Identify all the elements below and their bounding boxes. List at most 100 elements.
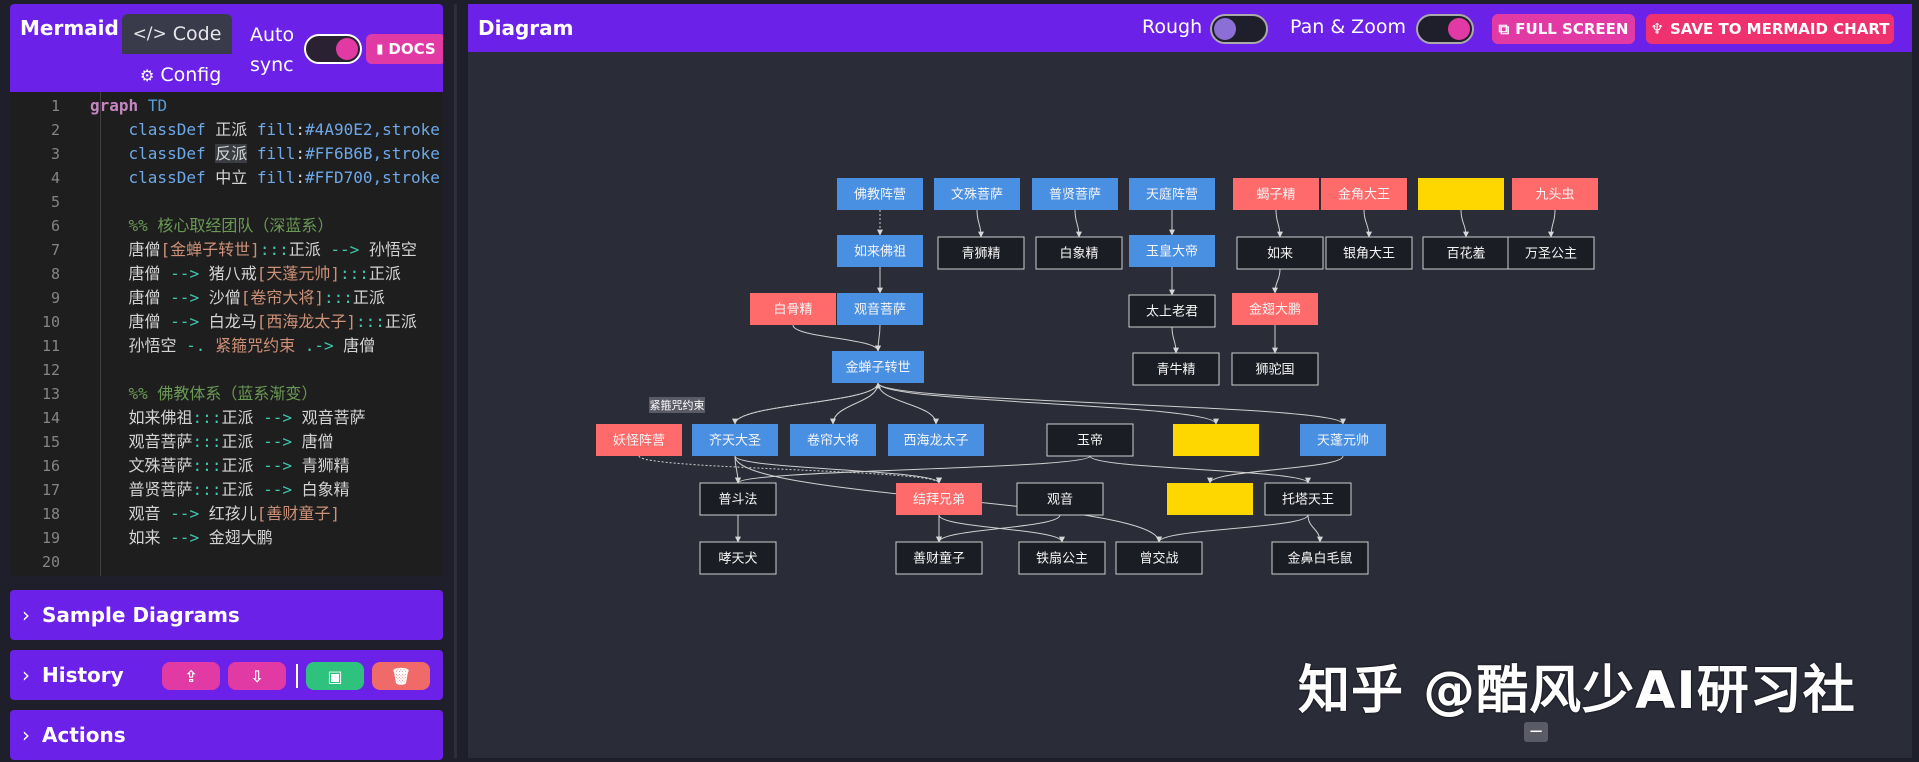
diagram-edge — [1272, 268, 1281, 294]
diagram-node[interactable]: 观音菩萨 — [837, 293, 923, 325]
docs-button[interactable]: ▮ DOCS — [366, 34, 443, 64]
diagram-edge — [936, 514, 1061, 543]
diagram-node[interactable]: 青牛精 — [1132, 352, 1220, 386]
diagram-node[interactable] — [1173, 424, 1259, 456]
diagram-node[interactable]: 天庭阵营 — [1129, 178, 1215, 210]
diagram-node[interactable]: 普斗法 — [699, 482, 777, 516]
diagram-node[interactable]: 太上老君 — [1128, 294, 1216, 328]
fullscreen-button[interactable]: ⧉ FULL SCREEN — [1492, 14, 1635, 44]
code-text: 如来佛祖:::正派 --> 观音菩萨 — [90, 408, 366, 427]
diagram-node-label: 妖怪阵营 — [613, 434, 665, 449]
diagram-edge — [1171, 326, 1179, 354]
line-number: 14 — [41, 409, 60, 427]
diagram-node[interactable]: 金翅大鹏 — [1232, 293, 1318, 325]
code-line: 5 — [10, 190, 443, 214]
diagram-node[interactable]: 佛教阵营 — [837, 178, 923, 210]
diagram-node[interactable]: 铁扇公主 — [1018, 541, 1106, 575]
diagram-node[interactable]: 蝎子精 — [1233, 178, 1319, 210]
diagram-node-label: 万圣公主 — [1525, 247, 1577, 262]
sample-diagrams-label: Sample Diagrams — [42, 603, 240, 627]
line-number: 10 — [41, 313, 60, 331]
diagram-node[interactable]: 天蓬元帅 — [1300, 424, 1386, 456]
code-line: 17 普贤菩萨:::正派 --> 白象精 — [10, 478, 443, 502]
diagram-node-label: 青牛精 — [1156, 363, 1195, 378]
panzoom-toggle[interactable] — [1416, 14, 1474, 44]
chevron-right-icon: › — [22, 663, 30, 687]
diagram-node[interactable]: 百花羞 — [1422, 236, 1510, 270]
zoom-out-button[interactable]: − — [1524, 722, 1548, 742]
diagram-node[interactable]: 卷帘大将 — [790, 424, 876, 456]
diagram-node[interactable]: 玉帝 — [1046, 423, 1134, 457]
diagram-node[interactable]: 白骨精 — [750, 293, 836, 325]
download-button[interactable]: ⇩ — [228, 662, 286, 690]
diagram-node[interactable]: 观音 — [1016, 482, 1104, 516]
diagram-node[interactable]: 文殊菩萨 — [934, 178, 1020, 210]
diagram-node-label: 九头虫 — [1535, 188, 1574, 203]
line-number: 8 — [50, 265, 60, 283]
line-number: 4 — [50, 169, 60, 187]
diagram-node[interactable]: 托塔天王 — [1264, 482, 1352, 516]
code-line: 21 %% 天庭体系（黄系变体） — [10, 574, 443, 576]
tab-config[interactable]: ⚙ Config — [140, 58, 236, 92]
editor-panel: Mermaid </> Code ⚙ Config Auto sync ▮ DO… — [10, 4, 443, 760]
code-text: 普贤菩萨:::正派 --> 白象精 — [90, 480, 350, 499]
tab-code[interactable]: </> Code — [122, 14, 232, 54]
diagram-node[interactable]: 善财童子 — [895, 541, 983, 575]
diagram-node[interactable]: 金鼻白毛鼠 — [1271, 541, 1369, 575]
diagram-node[interactable]: 万圣公主 — [1507, 236, 1595, 270]
diagram-node-label: 天蓬元帅 — [1317, 434, 1369, 449]
diagram-node[interactable]: 结拜兄弟 — [896, 483, 982, 515]
code-text: 孙悟空 -. 紧箍咒约束 .-> 唐僧 — [90, 336, 376, 355]
line-number: 6 — [50, 217, 60, 235]
splitter-handle[interactable] — [454, 4, 457, 758]
diagram-node[interactable]: 银角大王 — [1325, 236, 1413, 270]
actions-accordion[interactable]: › Actions — [10, 710, 443, 760]
diagram-node-label: 太上老君 — [1146, 305, 1198, 320]
diagram-node[interactable]: 金蝉子转世 — [832, 351, 924, 383]
code-text: graph TD — [90, 96, 168, 115]
diagram-edge — [877, 382, 1346, 425]
code-line: 7 唐僧[金蝉子转世]:::正派 --> 孙悟空 — [10, 238, 443, 262]
diagram-node[interactable] — [1418, 178, 1504, 210]
diagram-node[interactable]: 狮驼国 — [1231, 352, 1319, 386]
diagram-node[interactable]: 如来 — [1236, 236, 1324, 270]
docs-label: DOCS — [388, 40, 436, 58]
diagram-node[interactable]: 如来佛祖 — [837, 235, 923, 267]
save-icon: ▣ — [327, 666, 343, 686]
tab-config-label: Config — [160, 64, 222, 86]
code-line: 6 %% 核心取经团队（深蓝系） — [10, 214, 443, 238]
code-editor[interactable]: 1 graph TD 2 classDef 正派 fill:#4A90E2,stro… — [10, 92, 443, 576]
sample-diagrams-accordion[interactable]: › Sample Diagrams — [10, 590, 443, 640]
diagram-node[interactable]: 妖怪阵营 — [596, 424, 682, 456]
autosync-toggle[interactable] — [304, 34, 362, 64]
diagram-title: Diagram — [478, 16, 574, 40]
diagram-node[interactable]: 金角大王 — [1321, 178, 1407, 210]
diagram-node[interactable]: 玉皇大帝 — [1129, 235, 1215, 267]
chevron-right-icon: › — [22, 723, 30, 747]
diagram-node[interactable]: 白象精 — [1035, 236, 1123, 270]
diagram-node[interactable]: 西海龙太子 — [888, 424, 984, 456]
line-number: 20 — [41, 553, 60, 571]
diagram-node[interactable]: 普贤菩萨 — [1032, 178, 1118, 210]
diagram-node[interactable]: 九头虫 — [1512, 178, 1598, 210]
save-history-button[interactable]: ▣ — [306, 662, 364, 690]
diagram-node[interactable]: 哮天犬 — [699, 541, 777, 575]
code-line: 16 文殊菩萨:::正派 --> 青狮精 — [10, 454, 443, 478]
delete-history-button[interactable]: 🗑 — [372, 662, 430, 690]
actions-label: Actions — [42, 723, 126, 747]
diagram-node[interactable]: 齐天大圣 — [692, 424, 778, 456]
diagram-edge — [1363, 209, 1372, 238]
rough-toggle[interactable] — [1210, 14, 1268, 44]
save-to-mermaid-chart-button[interactable]: ♆ SAVE TO MERMAID CHART — [1646, 14, 1894, 44]
code-line: 14 如来佛祖:::正派 --> 观音菩萨 — [10, 406, 443, 430]
diagram-node[interactable]: 青狮精 — [937, 236, 1025, 270]
history-accordion[interactable]: › History ⇪ ⇩ ▣ 🗑 — [10, 650, 443, 700]
code-line: 8 唐僧 --> 猪八戒[天蓬元帅]:::正派 — [10, 262, 443, 286]
book-icon: ▮ — [376, 41, 384, 57]
diagram-node-label: 观音 — [1047, 492, 1073, 508]
diagram-node[interactable]: 曾交战 — [1115, 541, 1203, 575]
diagram-node[interactable] — [1167, 483, 1253, 515]
diagram-edge — [1548, 209, 1556, 238]
upload-button[interactable]: ⇪ — [162, 662, 220, 690]
line-number: 1 — [50, 97, 60, 115]
